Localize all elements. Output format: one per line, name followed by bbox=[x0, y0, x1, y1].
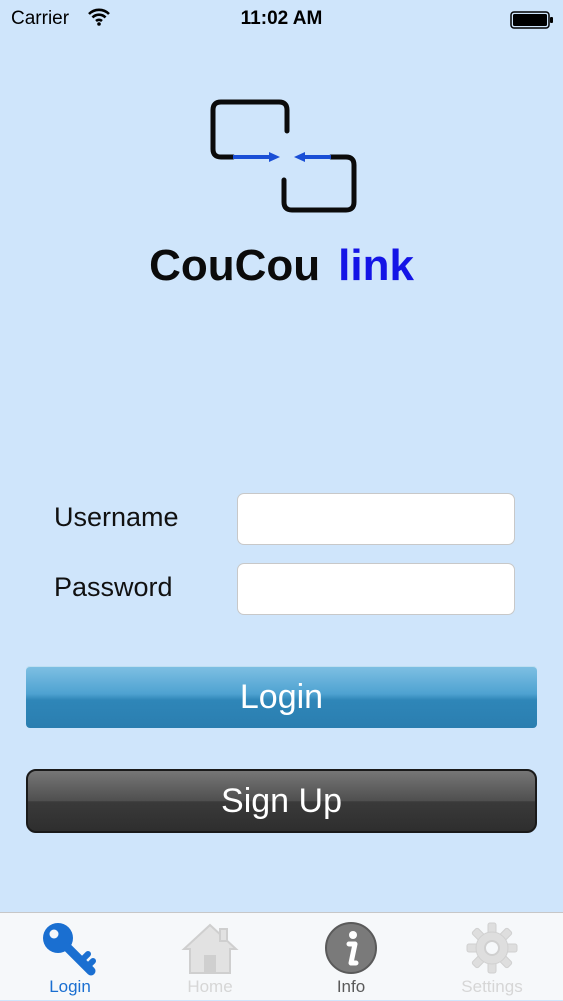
password-label: Password bbox=[54, 572, 173, 602]
signup-button[interactable]: Sign Up bbox=[26, 769, 537, 833]
tab-login[interactable]: Login bbox=[0, 913, 140, 1001]
status-bar: Carrier 11:02 AM bbox=[0, 0, 563, 40]
app-title-word-link: link bbox=[338, 241, 414, 290]
tab-settings[interactable]: Settings bbox=[422, 913, 562, 1001]
app-title-word-coucou: CouCou bbox=[149, 241, 321, 290]
tab-login-label: Login bbox=[49, 977, 91, 996]
username-label: Username bbox=[54, 502, 179, 532]
password-input[interactable] bbox=[237, 563, 515, 615]
login-button[interactable]: Login bbox=[26, 666, 537, 728]
username-input[interactable] bbox=[237, 493, 515, 545]
house-icon bbox=[140, 919, 280, 982]
tab-settings-label: Settings bbox=[461, 977, 523, 996]
app-title: CouCou link bbox=[0, 240, 563, 292]
tab-bar: Login Home Info Settings bbox=[0, 912, 563, 1000]
tab-home-label: Home bbox=[187, 977, 233, 996]
key-icon bbox=[0, 919, 140, 982]
coucou-link-logo-icon bbox=[205, 98, 360, 218]
gear-icon bbox=[422, 919, 562, 982]
tab-home[interactable]: Home bbox=[140, 913, 280, 1001]
tab-info[interactable]: Info bbox=[281, 913, 421, 1001]
tab-info-label: Info bbox=[336, 977, 366, 996]
status-time: 11:02 AM bbox=[240, 8, 323, 29]
info-icon bbox=[281, 919, 421, 982]
battery-icon bbox=[510, 11, 554, 35]
